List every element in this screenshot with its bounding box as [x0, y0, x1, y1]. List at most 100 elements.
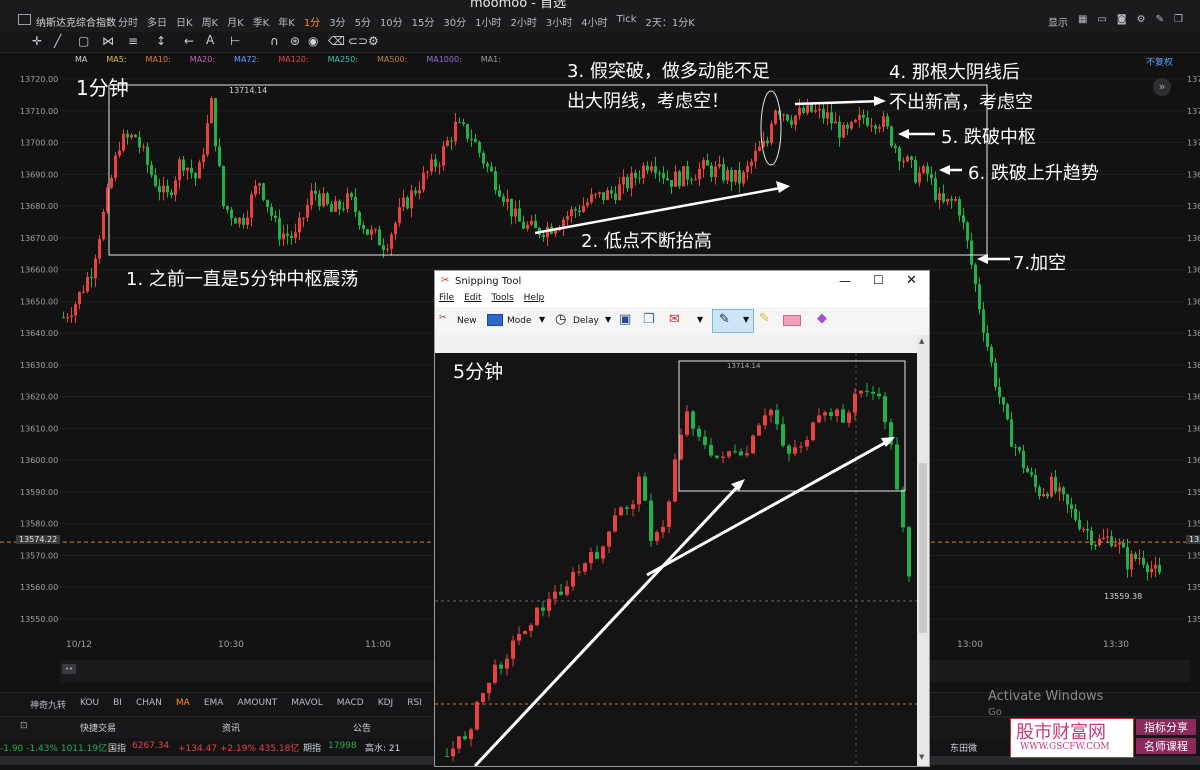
fake-breakout-ellipse	[760, 90, 782, 166]
snip-canvas-frame	[435, 335, 917, 353]
delay-dropdown-icon[interactable]: ▼	[605, 315, 611, 324]
candle-body-5min	[499, 664, 503, 669]
new-snip-icon[interactable]: ✂	[439, 313, 447, 323]
note-3b: 出大阴线，考虑空！	[567, 91, 729, 112]
candle-body-5min	[613, 515, 617, 532]
candle-body-5min	[847, 412, 851, 423]
indicator-tab[interactable]: MACD	[337, 698, 364, 711]
candle-body-5min	[553, 591, 557, 599]
scroll-down-icon[interactable]: ▼	[919, 753, 924, 761]
close-button[interactable]: ✕	[906, 273, 917, 288]
maximize-button[interactable]: ☐	[873, 273, 884, 287]
clock-icon[interactable]: ◷	[555, 312, 566, 327]
menu-edit[interactable]: Edit	[464, 293, 481, 307]
scroll-thumb[interactable]	[919, 463, 927, 633]
candle-body-5min	[445, 756, 449, 757]
mode-dropdown-icon[interactable]: ▼	[539, 315, 545, 324]
send-icon[interactable]: ✉	[669, 312, 680, 327]
menu-help[interactable]: Help	[524, 293, 545, 307]
candle-body-5min	[907, 527, 911, 577]
indicator-tab[interactable]: AMOUNT	[237, 698, 277, 711]
mode-icon[interactable]	[487, 314, 503, 326]
indicator-tab[interactable]: 神奇九转	[30, 698, 66, 711]
mode-button[interactable]: Mode	[507, 316, 532, 326]
note-3a: 3. 假突破，做多动能不足	[567, 61, 770, 82]
candle-body-5min	[517, 633, 521, 641]
candle-body-5min	[655, 532, 659, 541]
ticker-item: 东田微	[950, 744, 978, 754]
minimize-button[interactable]: —	[839, 274, 851, 288]
note-4b: 不出新高，考虑空	[889, 92, 1033, 113]
candle-body-5min	[859, 390, 863, 394]
candle-body-5min	[637, 476, 641, 505]
indicator-tab[interactable]: MA	[176, 698, 190, 711]
candle-body-5min	[763, 415, 767, 426]
send-dropdown-icon[interactable]: ▼	[697, 315, 703, 324]
candle-body-5min	[535, 607, 539, 626]
candle-body-5min	[799, 446, 803, 448]
candle-body-5min	[697, 428, 701, 437]
candle-body-5min	[817, 415, 821, 423]
highlighter-icon[interactable]: ✎	[759, 311, 770, 326]
copy-icon[interactable]: ❐	[643, 312, 655, 327]
indicator-tabs: 神奇九转 KOU BI CHAN MA EMA AMOUNT MAVOL MACD KDJ RSI	[30, 698, 436, 711]
ticker-change: +134.47 +2.19% 435.18亿	[178, 744, 300, 754]
note-1: 1. 之前一直是5分钟中枢震荡	[126, 269, 359, 290]
scroll-up-icon[interactable]: ▲	[919, 337, 924, 345]
candle-body-5min	[823, 412, 827, 416]
candle-body-5min	[577, 571, 581, 573]
indicator-tab[interactable]: RSI	[407, 698, 422, 711]
note-7: 7.加空	[1013, 253, 1067, 274]
indicator-tab[interactable]: BI	[113, 698, 122, 711]
tab-announcements[interactable]: 公告	[353, 721, 371, 734]
tab-quick-trade[interactable]: 快捷交易	[80, 721, 116, 734]
paint3d-icon[interactable]: ◆	[817, 311, 827, 326]
save-icon[interactable]: ▣	[619, 312, 631, 327]
collapse-panel-button[interactable]: »	[1153, 78, 1171, 96]
label-1min: 1分钟	[76, 76, 129, 100]
candle-body-5min	[733, 451, 737, 453]
eraser-icon[interactable]	[783, 315, 801, 326]
candle-body-5min	[709, 444, 713, 456]
candle-body-5min	[769, 409, 773, 416]
candle-body-5min	[853, 393, 857, 413]
candle-body-5min	[715, 455, 719, 458]
ticker-value: 17998	[328, 741, 357, 751]
pen-dropdown-icon[interactable]: ▼	[743, 315, 749, 324]
menu-tools[interactable]: Tools	[492, 293, 514, 307]
indicator-tab[interactable]: MAVOL	[291, 698, 322, 711]
scissors-icon: ✂	[441, 275, 450, 286]
expand-icon[interactable]: ⊡	[20, 721, 28, 731]
tab-news[interactable]: 资讯	[222, 721, 240, 734]
candle-body-5min	[901, 489, 905, 528]
pen-icon[interactable]: ✎	[719, 312, 730, 327]
candle-body-5min	[505, 658, 509, 669]
candle-body-5min	[583, 563, 587, 572]
ticker-label: 国指	[108, 744, 127, 754]
arrowhead	[776, 181, 790, 193]
candle-body-5min	[541, 607, 545, 611]
indicator-tab[interactable]: KDJ	[378, 698, 394, 711]
indicator-tab[interactable]: CHAN	[136, 698, 162, 711]
arrowhead	[731, 479, 745, 491]
delay-button[interactable]: Delay	[573, 316, 599, 326]
candle-body-5min	[475, 701, 479, 730]
watermark-tag2: 名师课程	[1136, 738, 1196, 754]
candle-body-5min	[805, 440, 809, 447]
candle-body-5min	[883, 396, 887, 423]
watermark-main: 股市财富网	[1016, 722, 1106, 743]
arrow-5min-1	[473, 481, 743, 768]
indicator-tab[interactable]: EMA	[204, 698, 224, 711]
candles-5min-chart	[435, 353, 917, 768]
label-5min: 5分钟	[453, 361, 504, 383]
snip-scrollbar[interactable]: ▲ ▼	[917, 335, 929, 766]
ticker-value: 6267.34	[132, 741, 170, 751]
candle-body-5min	[589, 552, 593, 564]
menu-file[interactable]: File	[439, 293, 454, 307]
new-button[interactable]: New	[457, 316, 477, 326]
indicator-tab[interactable]: KOU	[80, 698, 99, 711]
note-5: 5. 跌破中枢	[941, 127, 1036, 148]
arrowhead	[939, 165, 950, 175]
range-box-5min	[678, 360, 906, 492]
candle-body-5min	[829, 412, 833, 416]
